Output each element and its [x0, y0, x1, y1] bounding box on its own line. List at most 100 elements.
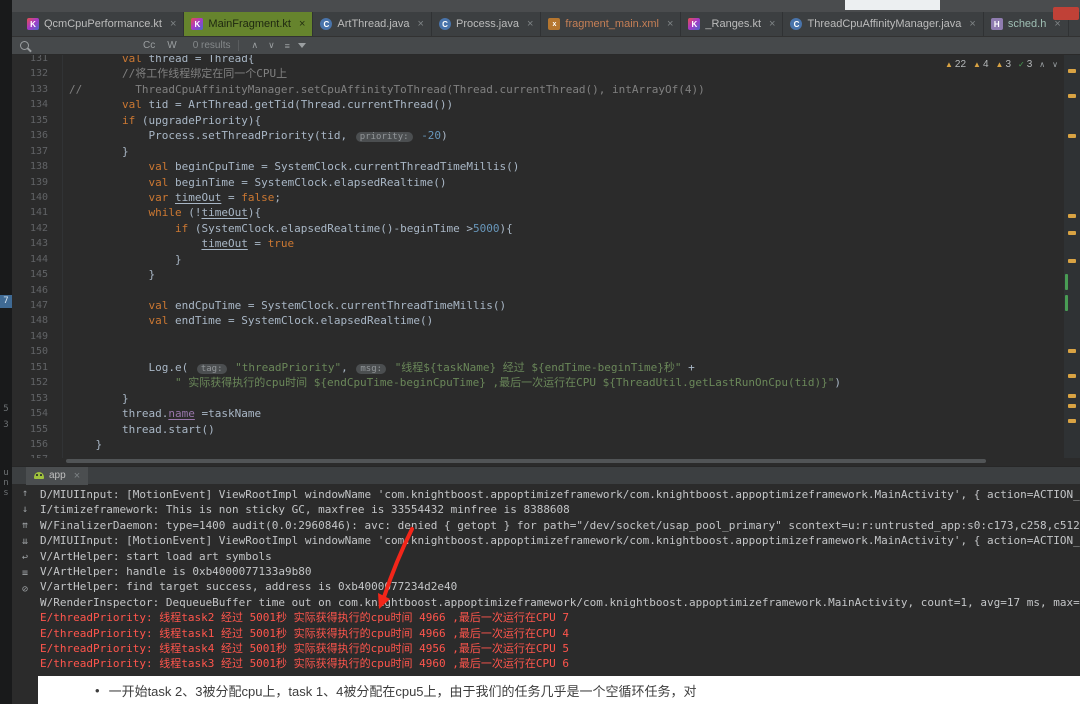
android-icon [34, 472, 44, 479]
tab-close-icon[interactable]: × [170, 18, 176, 30]
inspection-icon: ✓ [1018, 60, 1025, 69]
tab-close-icon[interactable]: × [527, 18, 533, 30]
logcat-console[interactable]: ↑ ↓ ⇈ ⇊ ↩ ≡ ⊘ D/MIUIInput: [MotionEvent] ViewR… [12, 485, 1080, 676]
code-editor[interactable]: 1311321331341351361371381391401411421431… [12, 55, 1080, 458]
horizontal-scrollbar[interactable] [66, 459, 986, 463]
stripe-mark[interactable] [1068, 419, 1076, 423]
stripe-mark[interactable] [1068, 69, 1076, 73]
scroll-to-top-icon[interactable]: ⇈ [22, 520, 28, 531]
stripe-mark[interactable] [1068, 404, 1076, 408]
line-number: 145 [12, 267, 56, 282]
scroll-to-end-icon[interactable]: ⇊ [22, 536, 28, 547]
scroll-up-icon[interactable]: ↑ [22, 488, 28, 499]
code-line[interactable]: val endCpuTime = SystemClock.currentThre… [69, 298, 1062, 313]
code-line[interactable]: // ThreadCpuAffinityManager.setCpuAffini… [69, 82, 1062, 97]
inspection-badge: ▲3 [996, 59, 1011, 70]
code-line[interactable]: " 实际获得执行的cpu时间 ${endCpuTime-beginCpuTime… [69, 375, 1062, 390]
editor-tab[interactable]: K_Ranges.kt× [681, 12, 783, 36]
edge-glyph: 5 [0, 403, 12, 416]
stripe-mark[interactable] [1068, 134, 1076, 138]
print-icon[interactable]: ≡ [22, 568, 28, 579]
stripe-mark[interactable] [1068, 349, 1076, 353]
ide-main-area: KQcmCpuPerformance.kt×KMainFragment.kt×C… [12, 0, 1080, 704]
search-icon [20, 41, 29, 50]
log-output[interactable]: D/MIUIInput: [MotionEvent] ViewRootImpl … [40, 487, 1080, 672]
titlebar-red-button[interactable] [1053, 7, 1079, 20]
editor-tab[interactable]: CProcess.java× [432, 12, 541, 36]
code-line[interactable]: } [69, 144, 1062, 159]
code-line[interactable]: if (SystemClock.elapsedRealtime()-beginT… [69, 221, 1062, 236]
code-line[interactable] [69, 283, 1062, 298]
code-line[interactable]: } [69, 267, 1062, 282]
editor-tab[interactable]: KQcmCpuPerformance.kt× [20, 12, 184, 36]
code-line[interactable]: Process.setThreadPriority(tid, priority:… [69, 128, 1062, 143]
document-note-strip: • 一开始task 2、3被分配cpu上，task 1、4被分配在cpu5上，由… [38, 676, 1080, 704]
previous-occurrence-icon[interactable]: ∧ [251, 40, 258, 51]
stripe-mark[interactable] [1068, 259, 1076, 263]
editor-tab[interactable]: CArtThread.java× [313, 12, 432, 36]
clear-console-icon[interactable]: ⊘ [22, 584, 28, 595]
code-line[interactable]: val tid = ArtThread.getTid(Thread.curren… [69, 97, 1062, 112]
code-line[interactable]: val beginCpuTime = SystemClock.currentTh… [69, 159, 1062, 174]
code-line[interactable]: //将工作线程绑定在同一个CPU上 [69, 66, 1062, 81]
title-bar [12, 0, 1080, 12]
stripe-mark[interactable] [1068, 94, 1076, 98]
log-line: E/threadPriority: 线程task3 经过 5001秒 实际获得执… [40, 656, 1080, 671]
tab-close-icon[interactable]: × [74, 470, 80, 482]
tab-close-icon[interactable]: × [769, 18, 775, 30]
code-line[interactable]: } [69, 437, 1062, 452]
code-line[interactable]: val beginTime = SystemClock.elapsedRealt… [69, 175, 1062, 190]
code-line[interactable]: thread.name =taskName [69, 406, 1062, 421]
match-case-toggle[interactable]: Cc [141, 40, 157, 51]
editor-tab[interactable]: KMainFragment.kt× [184, 12, 313, 36]
code-line[interactable] [69, 452, 1062, 458]
whole-words-toggle[interactable]: W [165, 40, 178, 51]
stripe-mark[interactable] [1068, 231, 1076, 235]
code-line[interactable]: } [69, 391, 1062, 406]
code-line[interactable]: if (upgradePriority){ [69, 113, 1062, 128]
error-stripe[interactable] [1064, 55, 1080, 458]
code-line[interactable] [69, 329, 1062, 344]
tab-close-icon[interactable]: × [667, 18, 673, 30]
code-line[interactable]: val endTime = SystemClock.elapsedRealtim… [69, 313, 1062, 328]
code-line[interactable]: val thread = Thread{ [69, 55, 1062, 66]
scroll-down-icon[interactable]: ↓ [22, 504, 28, 515]
inspections-widget[interactable]: ▲22▲4▲3✓3 ∧ ∨ [945, 59, 1058, 70]
java-file-icon: C [790, 18, 802, 30]
line-number: 141 [12, 205, 56, 220]
code-line[interactable]: Log.e( tag: "threadPriority", msg: "线程${… [69, 360, 1062, 375]
soft-wrap-icon[interactable]: ↩ [22, 552, 28, 563]
inspection-icon: ▲ [945, 60, 953, 69]
tab-label: ThreadCpuAffinityManager.java [807, 18, 961, 30]
ide-window: 753uns KQcmCpuPerformance.kt×KMainFragme… [0, 0, 1080, 704]
logcat-app-tab[interactable]: app × [26, 467, 88, 485]
code-line[interactable]: thread.start() [69, 422, 1062, 437]
tab-close-icon[interactable]: × [299, 18, 305, 30]
stripe-mark[interactable] [1065, 295, 1068, 311]
prev-problem-icon[interactable]: ∧ [1039, 60, 1045, 69]
line-number: 138 [12, 159, 56, 174]
search-input[interactable] [37, 40, 133, 52]
line-number: 144 [12, 252, 56, 267]
tab-close-icon[interactable]: × [969, 18, 975, 30]
stripe-mark[interactable] [1068, 374, 1076, 378]
stripe-mark[interactable] [1068, 214, 1076, 218]
code-line[interactable] [69, 344, 1062, 359]
code-line[interactable]: timeOut = true [69, 236, 1062, 251]
tab-label: QcmCpuPerformance.kt [44, 18, 162, 30]
stripe-mark[interactable] [1068, 394, 1076, 398]
stripe-mark[interactable] [1065, 274, 1068, 290]
line-number: 157 [12, 452, 56, 458]
tab-label: _Ranges.kt [705, 18, 761, 30]
find-options-icon[interactable]: ≡ [285, 41, 290, 51]
editor-tab[interactable]: C ThreadCpuAffinityManager.java × [783, 12, 983, 36]
filter-icon[interactable] [298, 43, 306, 48]
tab-close-icon[interactable]: × [418, 18, 424, 30]
code-line[interactable]: var timeOut = false; [69, 190, 1062, 205]
code-line[interactable]: while (!timeOut){ [69, 205, 1062, 220]
code-line[interactable]: } [69, 252, 1062, 267]
editor-tab[interactable]: xfragment_main.xml× [541, 12, 681, 36]
next-problem-icon[interactable]: ∨ [1052, 60, 1058, 69]
code-area[interactable]: val thread = Thread{ //将工作线程绑定在同一个CPU上//… [62, 55, 1062, 458]
next-occurrence-icon[interactable]: ∨ [268, 40, 275, 51]
